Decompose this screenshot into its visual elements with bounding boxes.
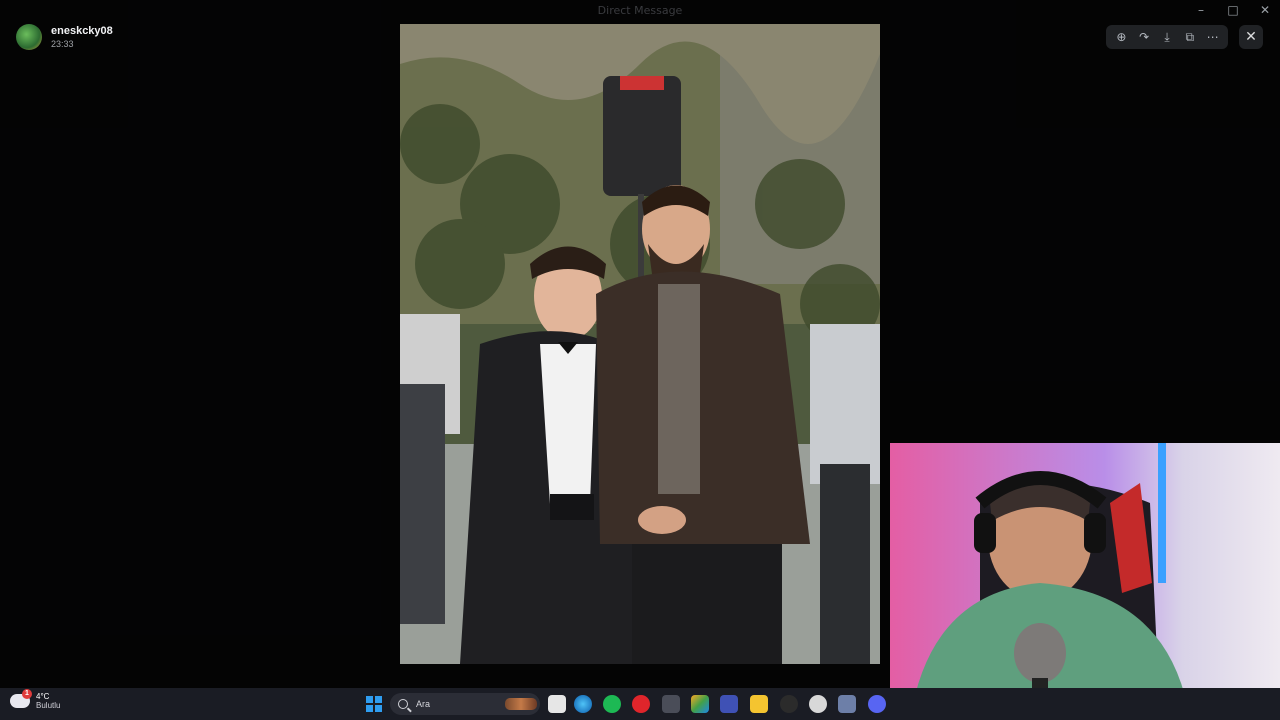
cloud-icon: 1 xyxy=(10,689,32,708)
spotify-icon[interactable] xyxy=(603,695,621,713)
window-controls: – □ ✕ xyxy=(1194,3,1272,17)
obs-icon[interactable] xyxy=(780,695,798,713)
window-close-button[interactable]: ✕ xyxy=(1258,3,1272,17)
app-isp-icon[interactable] xyxy=(720,695,738,713)
weather-description: Bulutlu xyxy=(36,701,61,710)
calculator-icon[interactable] xyxy=(662,695,680,713)
weather-widget[interactable]: 1 4°C Bulutlu xyxy=(10,689,61,710)
close-icon[interactable]: ✕ xyxy=(1239,25,1263,49)
open-external-icon[interactable]: ⧉ xyxy=(1182,29,1198,45)
window-title: Direct Message xyxy=(597,4,683,17)
app-icon[interactable] xyxy=(838,695,856,713)
more-icon[interactable]: ⋯ xyxy=(1205,29,1221,45)
settings-app-icon[interactable] xyxy=(809,695,827,713)
photo xyxy=(400,24,880,664)
maximize-button[interactable]: □ xyxy=(1226,3,1240,17)
avatar[interactable] xyxy=(16,24,42,50)
notification-badge: 1 xyxy=(22,689,32,699)
webcam-overlay xyxy=(890,443,1280,720)
discord-icon[interactable] xyxy=(868,695,886,713)
minimize-button[interactable]: – xyxy=(1194,3,1208,17)
search-placeholder: Ara xyxy=(416,699,431,709)
image-toolbar: ⊕ ↷ ⤓ ⧉ ⋯ xyxy=(1106,25,1228,49)
photo-content xyxy=(400,24,880,664)
search-highlight-image xyxy=(505,698,537,710)
windows-start-icon[interactable] xyxy=(366,696,382,712)
forward-icon[interactable]: ↷ xyxy=(1136,29,1152,45)
search-icon xyxy=(398,699,408,709)
photos-icon[interactable] xyxy=(691,695,709,713)
user-name[interactable]: eneskcky08 xyxy=(51,25,113,37)
download-icon[interactable]: ⤓ xyxy=(1159,29,1175,45)
weather-temperature: 4°C xyxy=(36,692,50,701)
message-timestamp: 23:33 xyxy=(51,39,74,49)
file-icon[interactable] xyxy=(548,695,566,713)
viewer-user-info: eneskcky08 23:33 xyxy=(16,24,113,50)
edge-icon[interactable] xyxy=(574,695,592,713)
opera-icon[interactable] xyxy=(632,695,650,713)
webcam-content xyxy=(890,443,1280,720)
folder-icon[interactable] xyxy=(750,695,768,713)
zoom-in-icon[interactable]: ⊕ xyxy=(1113,29,1129,45)
